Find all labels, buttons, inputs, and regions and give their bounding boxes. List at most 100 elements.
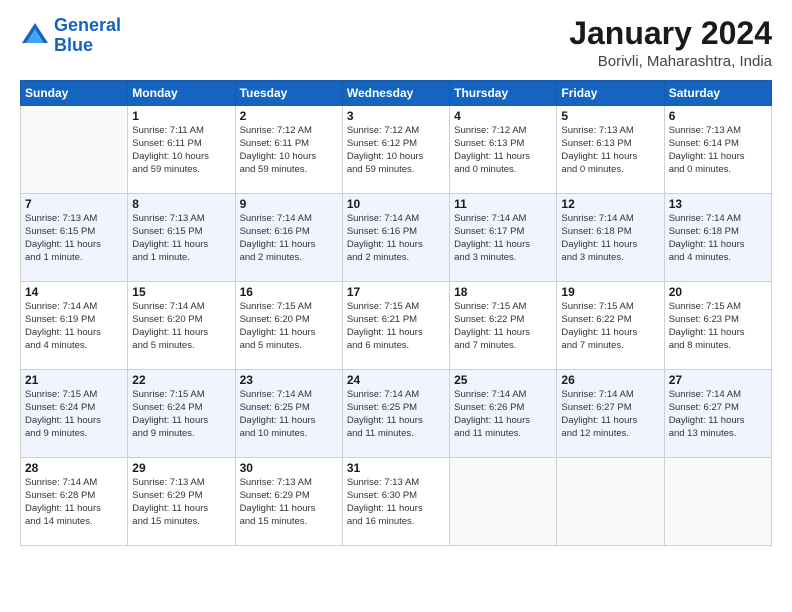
day-info: Sunrise: 7:15 AM Sunset: 6:24 PM Dayligh… [25,389,123,440]
day-number: 20 [669,285,767,299]
table-row: 9 Sunrise: 7:14 AM Sunset: 6:16 PM Daylig… [235,194,342,282]
day-info: Sunrise: 7:13 AM Sunset: 6:29 PM Dayligh… [240,477,338,528]
table-row [557,458,664,546]
col-tuesday: Tuesday [235,81,342,106]
day-info: Sunrise: 7:14 AM Sunset: 6:19 PM Dayligh… [25,301,123,352]
day-info: Sunrise: 7:12 AM Sunset: 6:12 PM Dayligh… [347,125,445,176]
day-number: 26 [561,373,659,387]
table-row: 8 Sunrise: 7:13 AM Sunset: 6:15 PM Daylig… [128,194,235,282]
day-number: 17 [347,285,445,299]
logo: General Blue [20,16,121,56]
day-number: 4 [454,109,552,123]
table-row: 4 Sunrise: 7:12 AM Sunset: 6:13 PM Daylig… [450,106,557,194]
day-number: 25 [454,373,552,387]
day-number: 13 [669,197,767,211]
day-number: 22 [132,373,230,387]
calendar-row: 7Sunrise: 7:13 AM Sunset: 6:15 PM Daylig… [21,194,772,282]
sub-title: Borivli, Maharashtra, India [569,53,772,70]
table-row [664,458,771,546]
day-info: Sunrise: 7:15 AM Sunset: 6:21 PM Dayligh… [347,301,445,352]
day-info: Sunrise: 7:14 AM Sunset: 6:16 PM Dayligh… [240,213,338,264]
day-number: 30 [240,461,338,475]
page: General Blue January 2024 Borivli, Mahar… [0,0,792,612]
table-row: 15 Sunrise: 7:14 AM Sunset: 6:20 PM Dayli… [128,282,235,370]
day-number: 31 [347,461,445,475]
col-thursday: Thursday [450,81,557,106]
table-row [450,458,557,546]
day-number: 3 [347,109,445,123]
table-row: 14 Sunrise: 7:14 AM Sunset: 6:19 PM Dayli… [21,282,128,370]
day-number: 8 [132,197,230,211]
day-info: Sunrise: 7:13 AM Sunset: 6:13 PM Dayligh… [561,125,659,176]
day-number: 5 [561,109,659,123]
table-row: 13Sunrise: 7:14 AM Sunset: 6:18 PM Dayli… [664,194,771,282]
table-row: 7Sunrise: 7:13 AM Sunset: 6:15 PM Daylig… [21,194,128,282]
day-number: 10 [347,197,445,211]
day-info: Sunrise: 7:14 AM Sunset: 6:20 PM Dayligh… [132,301,230,352]
table-row: 30 Sunrise: 7:13 AM Sunset: 6:29 PM Dayli… [235,458,342,546]
calendar-row: 21Sunrise: 7:15 AM Sunset: 6:24 PM Dayli… [21,370,772,458]
table-row: 2Sunrise: 7:12 AM Sunset: 6:11 PM Daylig… [235,106,342,194]
day-info: Sunrise: 7:14 AM Sunset: 6:28 PM Dayligh… [25,477,123,528]
col-friday: Friday [557,81,664,106]
day-number: 18 [454,285,552,299]
table-row: 16Sunrise: 7:15 AM Sunset: 6:20 PM Dayli… [235,282,342,370]
day-info: Sunrise: 7:15 AM Sunset: 6:23 PM Dayligh… [669,301,767,352]
day-number: 12 [561,197,659,211]
day-number: 9 [240,197,338,211]
calendar-row: 28 Sunrise: 7:14 AM Sunset: 6:28 PM Dayli… [21,458,772,546]
day-number: 29 [132,461,230,475]
table-row: 10 Sunrise: 7:14 AM Sunset: 6:16 PM Dayli… [342,194,449,282]
table-row: 28 Sunrise: 7:14 AM Sunset: 6:28 PM Dayli… [21,458,128,546]
day-number: 11 [454,197,552,211]
day-info: Sunrise: 7:15 AM Sunset: 6:24 PM Dayligh… [132,389,230,440]
day-number: 14 [25,285,123,299]
table-row: 3 Sunrise: 7:12 AM Sunset: 6:12 PM Daylig… [342,106,449,194]
day-number: 28 [25,461,123,475]
day-info: Sunrise: 7:12 AM Sunset: 6:13 PM Dayligh… [454,125,552,176]
table-row: 25Sunrise: 7:14 AM Sunset: 6:26 PM Dayli… [450,370,557,458]
col-saturday: Saturday [664,81,771,106]
col-wednesday: Wednesday [342,81,449,106]
day-info: Sunrise: 7:15 AM Sunset: 6:22 PM Dayligh… [454,301,552,352]
table-row: 29 Sunrise: 7:13 AM Sunset: 6:29 PM Dayli… [128,458,235,546]
table-row: 5 Sunrise: 7:13 AM Sunset: 6:13 PM Daylig… [557,106,664,194]
day-info: Sunrise: 7:14 AM Sunset: 6:17 PM Dayligh… [454,213,552,264]
logo-icon [20,21,50,51]
table-row: 23 Sunrise: 7:14 AM Sunset: 6:25 PM Dayli… [235,370,342,458]
table-row: 11 Sunrise: 7:14 AM Sunset: 6:17 PM Dayli… [450,194,557,282]
day-info: Sunrise: 7:14 AM Sunset: 6:27 PM Dayligh… [561,389,659,440]
day-info: Sunrise: 7:13 AM Sunset: 6:15 PM Dayligh… [25,213,123,264]
logo-text: General Blue [54,16,121,56]
day-number: 27 [669,373,767,387]
table-row: 27 Sunrise: 7:14 AM Sunset: 6:27 PM Dayli… [664,370,771,458]
table-row: 12Sunrise: 7:14 AM Sunset: 6:18 PM Dayli… [557,194,664,282]
table-row: 26 Sunrise: 7:14 AM Sunset: 6:27 PM Dayli… [557,370,664,458]
logo-blue: Blue [54,35,93,55]
day-info: Sunrise: 7:13 AM Sunset: 6:14 PM Dayligh… [669,125,767,176]
calendar-row: 14 Sunrise: 7:14 AM Sunset: 6:19 PM Dayli… [21,282,772,370]
day-number: 24 [347,373,445,387]
day-number: 6 [669,109,767,123]
table-row [21,106,128,194]
day-info: Sunrise: 7:15 AM Sunset: 6:22 PM Dayligh… [561,301,659,352]
day-number: 1 [132,109,230,123]
calendar-row: 1Sunrise: 7:11 AM Sunset: 6:11 PM Daylig… [21,106,772,194]
col-monday: Monday [128,81,235,106]
table-row: 21Sunrise: 7:15 AM Sunset: 6:24 PM Dayli… [21,370,128,458]
day-number: 15 [132,285,230,299]
day-info: Sunrise: 7:13 AM Sunset: 6:15 PM Dayligh… [132,213,230,264]
day-info: Sunrise: 7:13 AM Sunset: 6:29 PM Dayligh… [132,477,230,528]
day-info: Sunrise: 7:14 AM Sunset: 6:16 PM Dayligh… [347,213,445,264]
day-number: 2 [240,109,338,123]
calendar-table: Sunday Monday Tuesday Wednesday Thursday… [20,80,772,546]
logo-general: General [54,15,121,35]
header: General Blue January 2024 Borivli, Mahar… [20,16,772,70]
day-info: Sunrise: 7:14 AM Sunset: 6:25 PM Dayligh… [240,389,338,440]
table-row: 22 Sunrise: 7:15 AM Sunset: 6:24 PM Dayli… [128,370,235,458]
day-number: 23 [240,373,338,387]
table-row: 20 Sunrise: 7:15 AM Sunset: 6:23 PM Dayli… [664,282,771,370]
day-info: Sunrise: 7:14 AM Sunset: 6:27 PM Dayligh… [669,389,767,440]
day-info: Sunrise: 7:15 AM Sunset: 6:20 PM Dayligh… [240,301,338,352]
day-info: Sunrise: 7:14 AM Sunset: 6:25 PM Dayligh… [347,389,445,440]
